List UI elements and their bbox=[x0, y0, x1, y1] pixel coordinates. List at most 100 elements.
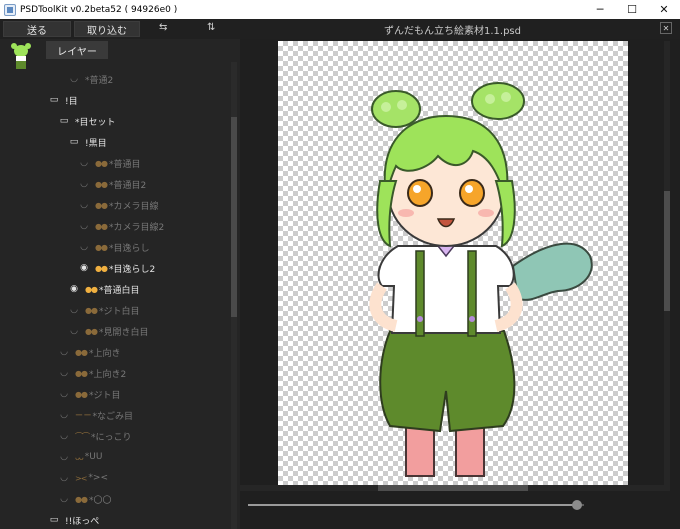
eye-hidden-icon[interactable]: ◡ bbox=[58, 347, 70, 357]
layer-name: !目 bbox=[65, 96, 78, 107]
eye-hidden-icon[interactable]: ◡ bbox=[58, 473, 70, 483]
eye-hidden-icon[interactable]: ◡ bbox=[68, 305, 80, 315]
eye-hidden-icon[interactable]: ◡ bbox=[78, 221, 90, 231]
zoom-slider-knob[interactable] bbox=[572, 500, 583, 510]
layer-thumbnail: >< bbox=[75, 473, 87, 483]
layer-name: *目セット bbox=[75, 117, 116, 128]
eye-hidden-icon[interactable]: ◡ bbox=[78, 242, 90, 252]
close-document-icon[interactable]: ✕ bbox=[660, 22, 672, 34]
layer-name: *UU bbox=[84, 452, 103, 462]
layer-name: *普通目2 bbox=[108, 180, 147, 191]
app-icon bbox=[4, 3, 16, 16]
sort-vertical-icon[interactable]: ⇅ bbox=[207, 22, 215, 33]
layer-row[interactable]: ◡ ᴗᴗ *UU bbox=[58, 447, 102, 467]
layer-name: *にっこり bbox=[91, 432, 132, 443]
layer-row[interactable]: ▭ *目セット bbox=[58, 111, 116, 131]
eye-hidden-icon[interactable]: ◡ bbox=[78, 158, 90, 168]
canvas-transparent-background[interactable] bbox=[278, 41, 628, 485]
eye-icon[interactable]: ◉ bbox=[78, 263, 90, 273]
document-title: ずんだもん立ち絵素材1.1.psd bbox=[384, 26, 521, 37]
layer-row[interactable]: ◡ ●● *見開き白目 bbox=[68, 321, 148, 341]
folder-icon[interactable]: ▭ bbox=[68, 137, 80, 147]
eye-hidden-icon[interactable]: ◡ bbox=[58, 389, 70, 399]
layer-name: *ジト白目 bbox=[98, 306, 140, 317]
layer-name: *上向き2 bbox=[88, 369, 127, 380]
eye-hidden-icon[interactable]: ◡ bbox=[78, 179, 90, 189]
layer-row[interactable]: ◡ ●● *カメラ目線 bbox=[78, 195, 158, 215]
send-button[interactable]: 送る bbox=[3, 21, 71, 37]
layer-thumbnail: ●● bbox=[95, 242, 108, 252]
layer-row[interactable]: ▭ !!ほっぺ bbox=[48, 510, 99, 529]
layer-row[interactable]: ◡ ●● *ジト白目 bbox=[68, 300, 139, 320]
canvas-vertical-scrollbar[interactable] bbox=[664, 41, 670, 485]
layer-thumbnail: ᴗᴗ bbox=[75, 452, 84, 462]
eye-hidden-icon[interactable]: ◡ bbox=[58, 410, 70, 420]
eye-hidden-icon[interactable]: ◡ bbox=[68, 74, 80, 84]
layer-row[interactable]: ◡ ー ー *なごみ目 bbox=[58, 405, 133, 425]
eye-hidden-icon[interactable]: ◡ bbox=[78, 200, 90, 210]
layer-name: *>< bbox=[88, 473, 108, 483]
layer-name: *カメラ目線2 bbox=[108, 222, 165, 233]
layer-row[interactable]: ◉ ●● *普通白目 bbox=[68, 279, 139, 299]
layer-name: *カメラ目線 bbox=[108, 201, 159, 212]
layer-name: *〇〇 bbox=[88, 495, 112, 506]
canvas-horizontal-scrollbar[interactable] bbox=[240, 485, 670, 491]
folder-icon[interactable]: ▭ bbox=[58, 116, 70, 126]
window-controls: ─ ☐ ✕ bbox=[584, 0, 680, 19]
folder-icon[interactable]: ▭ bbox=[48, 95, 60, 105]
layer-name: *ジト目 bbox=[88, 390, 121, 401]
layer-thumbnail: ー ー bbox=[75, 410, 92, 420]
layer-name: !黒目 bbox=[85, 138, 107, 149]
layer-row[interactable]: ◡ ●● *上向き bbox=[58, 342, 120, 362]
layer-name: *目逸らし bbox=[108, 243, 150, 254]
eye-hidden-icon[interactable]: ◡ bbox=[68, 326, 80, 336]
layer-thumbnail: ●● bbox=[85, 284, 98, 294]
layer-name: *上向き bbox=[88, 348, 121, 359]
layer-row[interactable]: ◡ ●● *普通目2 bbox=[78, 174, 146, 194]
canvas-vertical-scroll-thumb[interactable] bbox=[664, 191, 670, 311]
layer-row[interactable]: ◉ ●● *目逸らし2 bbox=[78, 258, 155, 278]
layer-row[interactable]: ◡ >< *>< bbox=[58, 468, 108, 488]
layer-panel-scroll-thumb[interactable] bbox=[231, 117, 237, 317]
layer-thumbnail: ●● bbox=[85, 326, 98, 336]
layer-row[interactable]: ◡ *普通2 bbox=[68, 69, 113, 89]
layer-name: *目逸らし2 bbox=[108, 264, 156, 275]
layer-thumbnail: ●● bbox=[75, 368, 88, 378]
minimize-button[interactable]: ─ bbox=[584, 0, 616, 19]
layer-row[interactable]: ▭ !黒目 bbox=[68, 132, 107, 152]
layer-row[interactable]: ◡ ●● *〇〇 bbox=[58, 489, 111, 509]
layer-name: *なごみ目 bbox=[92, 411, 134, 422]
eye-hidden-icon[interactable]: ◡ bbox=[58, 494, 70, 504]
layer-row[interactable]: ◡ ●● *目逸らし bbox=[78, 237, 149, 257]
close-button[interactable]: ✕ bbox=[648, 0, 680, 19]
layer-panel-scrollbar[interactable] bbox=[231, 62, 237, 529]
layer-thumbnail: ●● bbox=[85, 305, 98, 315]
layer-row[interactable]: ◡ ●● *カメラ目線2 bbox=[78, 216, 164, 236]
layer-thumbnail: ⌒⌒ bbox=[75, 431, 90, 441]
maximize-button[interactable]: ☐ bbox=[616, 0, 648, 19]
layer-row[interactable]: ◡ ⌒⌒ *にっこり bbox=[58, 426, 132, 446]
layer-row[interactable]: ◡ ●● *ジト目 bbox=[58, 384, 120, 404]
eye-icon[interactable]: ◉ bbox=[68, 284, 80, 294]
sort-horizontal-icon[interactable]: ⇆ bbox=[159, 22, 167, 33]
layer-row[interactable]: ▭ !目 bbox=[48, 90, 78, 110]
import-button[interactable]: 取り込む bbox=[74, 21, 140, 37]
tab-layers[interactable]: レイヤー bbox=[46, 41, 108, 59]
eye-hidden-icon[interactable]: ◡ bbox=[58, 452, 70, 462]
eye-hidden-icon[interactable]: ◡ bbox=[58, 431, 70, 441]
layer-thumbnail: ●● bbox=[95, 158, 108, 168]
window-title: PSDToolKit v0.2beta52 ( 94926e0 ) bbox=[20, 4, 178, 15]
layer-panel: レイヤー ◡ *普通2 ▭ !目 ▭ *目セット ▭ !黒目 ◡ ●● *普通目 ◡ ●● *普通目2 ◡ ●… bbox=[0, 39, 240, 529]
title-bar: PSDToolKit v0.2beta52 ( 94926e0 ) ─ ☐ ✕ bbox=[0, 0, 680, 19]
layer-row[interactable]: ◡ ●● *普通目 bbox=[78, 153, 140, 173]
eye-hidden-icon[interactable]: ◡ bbox=[58, 368, 70, 378]
canvas-horizontal-scroll-thumb[interactable] bbox=[378, 485, 528, 491]
layer-row[interactable]: ◡ ●● *上向き2 bbox=[58, 363, 126, 383]
canvas-area bbox=[240, 39, 680, 529]
zoom-slider[interactable] bbox=[248, 500, 584, 510]
layer-name: *普通白目 bbox=[98, 285, 140, 296]
character-thumbnail[interactable] bbox=[7, 42, 35, 72]
toolbar: 送る 取り込む ⇆ ⇅ ずんだもん立ち絵素材1.1.psd ✕ bbox=[0, 19, 680, 39]
folder-icon[interactable]: ▭ bbox=[48, 515, 60, 525]
layer-thumbnail: ●● bbox=[75, 494, 88, 504]
